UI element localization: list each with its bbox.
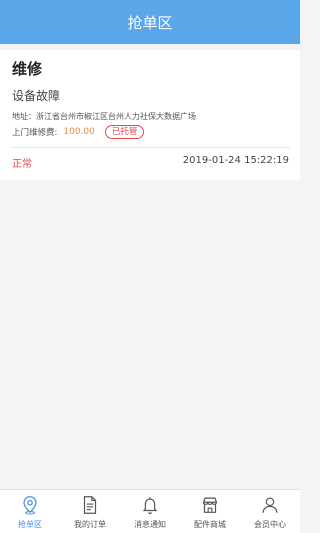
tab-member-center[interactable]: 会员中心 [240,490,300,533]
order-title: 维修 [12,60,43,78]
fee-row: 上门维修费: 100.00 已托管 [12,125,145,139]
store-icon [202,497,218,513]
location-pin-icon [23,496,37,515]
user-icon [262,497,278,513]
tab-parts-store[interactable]: 配件商城 [180,490,240,533]
order-time: 2019-01-24 15:22:19 [182,155,289,166]
tab-grab-orders[interactable]: 抢单区 [0,490,60,533]
escrow-badge: 已托管 [104,125,145,139]
order-status: 正常 [12,159,32,170]
page-title: 抢单区 [127,13,173,32]
order-address: 地址：浙江省台州市椒江区台州人力社保大数据广场 [12,112,196,121]
tab-label: 会员中心 [254,520,286,529]
tab-my-orders[interactable]: 我的订单 [60,490,120,533]
fee-value: 100.00 [63,127,95,137]
tab-messages[interactable]: 消息通知 [120,490,180,533]
tab-label: 配件商城 [194,520,226,529]
card-divider [12,147,290,148]
tab-label: 我的订单 [74,520,106,529]
bottom-tab-bar: 抢单区 我的订单 消息通知 配件商城 会员中心 [0,489,300,533]
tab-label: 消息通知 [134,520,166,529]
fee-label: 上门维修费: [12,128,58,138]
order-card[interactable]: 维修 设备故障 地址：浙江省台州市椒江区台州人力社保大数据广场 上门维修费: 1… [0,50,300,180]
bell-icon [142,497,158,515]
order-subtitle: 设备故障 [12,89,61,103]
app-header: 抢单区 [0,0,300,44]
tab-label: 抢单区 [18,520,42,529]
document-icon [83,496,97,514]
